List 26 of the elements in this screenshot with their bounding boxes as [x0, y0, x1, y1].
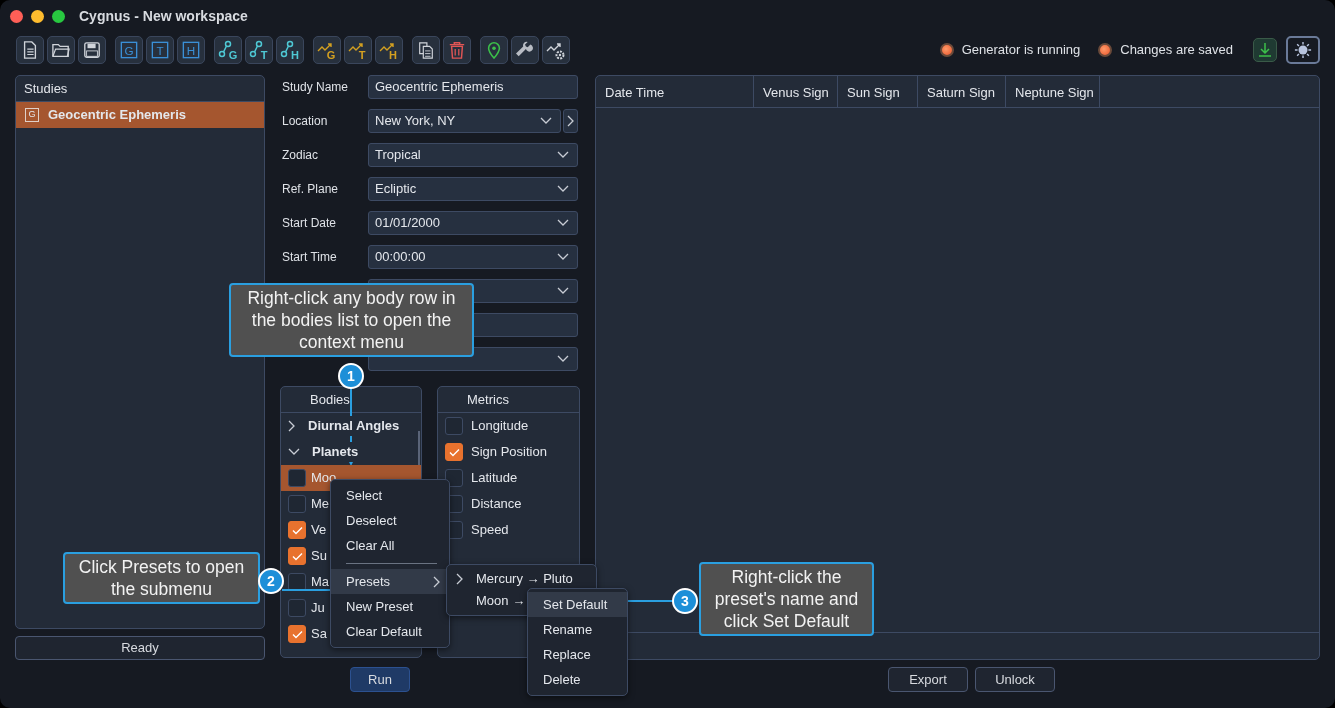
- metric-label: Distance: [471, 495, 522, 514]
- callout-tooltip: Click Presets to open the submenu: [63, 552, 260, 604]
- metric-label: Sign Position: [471, 443, 547, 462]
- panel-title: Bodies: [310, 390, 350, 409]
- callout-tooltip: Right-click any body row in the bodies list to open the context menu: [229, 283, 474, 357]
- field-label: Location: [281, 113, 329, 130]
- field-label: Ref. Plane: [281, 181, 340, 198]
- letter-box-icon: G: [120, 41, 138, 59]
- field-label: Start Date: [281, 215, 338, 232]
- panel-title: Studies: [24, 79, 68, 98]
- metric-label: Speed: [471, 521, 509, 540]
- step-number: 1: [338, 363, 364, 389]
- metric-label: Longitude: [471, 417, 529, 436]
- metric-label: Latitude: [471, 469, 518, 488]
- field-label: Zodiac: [281, 147, 320, 164]
- study-type-badge: G: [25, 108, 39, 122]
- letter-box-icon: T: [151, 41, 169, 59]
- field-label: Study Name: [281, 79, 350, 96]
- status-label: Generator is running: [961, 41, 1081, 60]
- letter-box-icon: H: [182, 41, 200, 59]
- field-label: Start Time: [281, 249, 338, 266]
- callout-tooltip: Right-click the preset's name and click Set Default: [699, 562, 874, 636]
- status-label: Changes are saved: [1120, 41, 1233, 60]
- panel-title: Metrics: [467, 390, 509, 409]
- status-bar: Ready: [15, 636, 265, 660]
- window-title: Cygnus - New workspace: [79, 6, 248, 26]
